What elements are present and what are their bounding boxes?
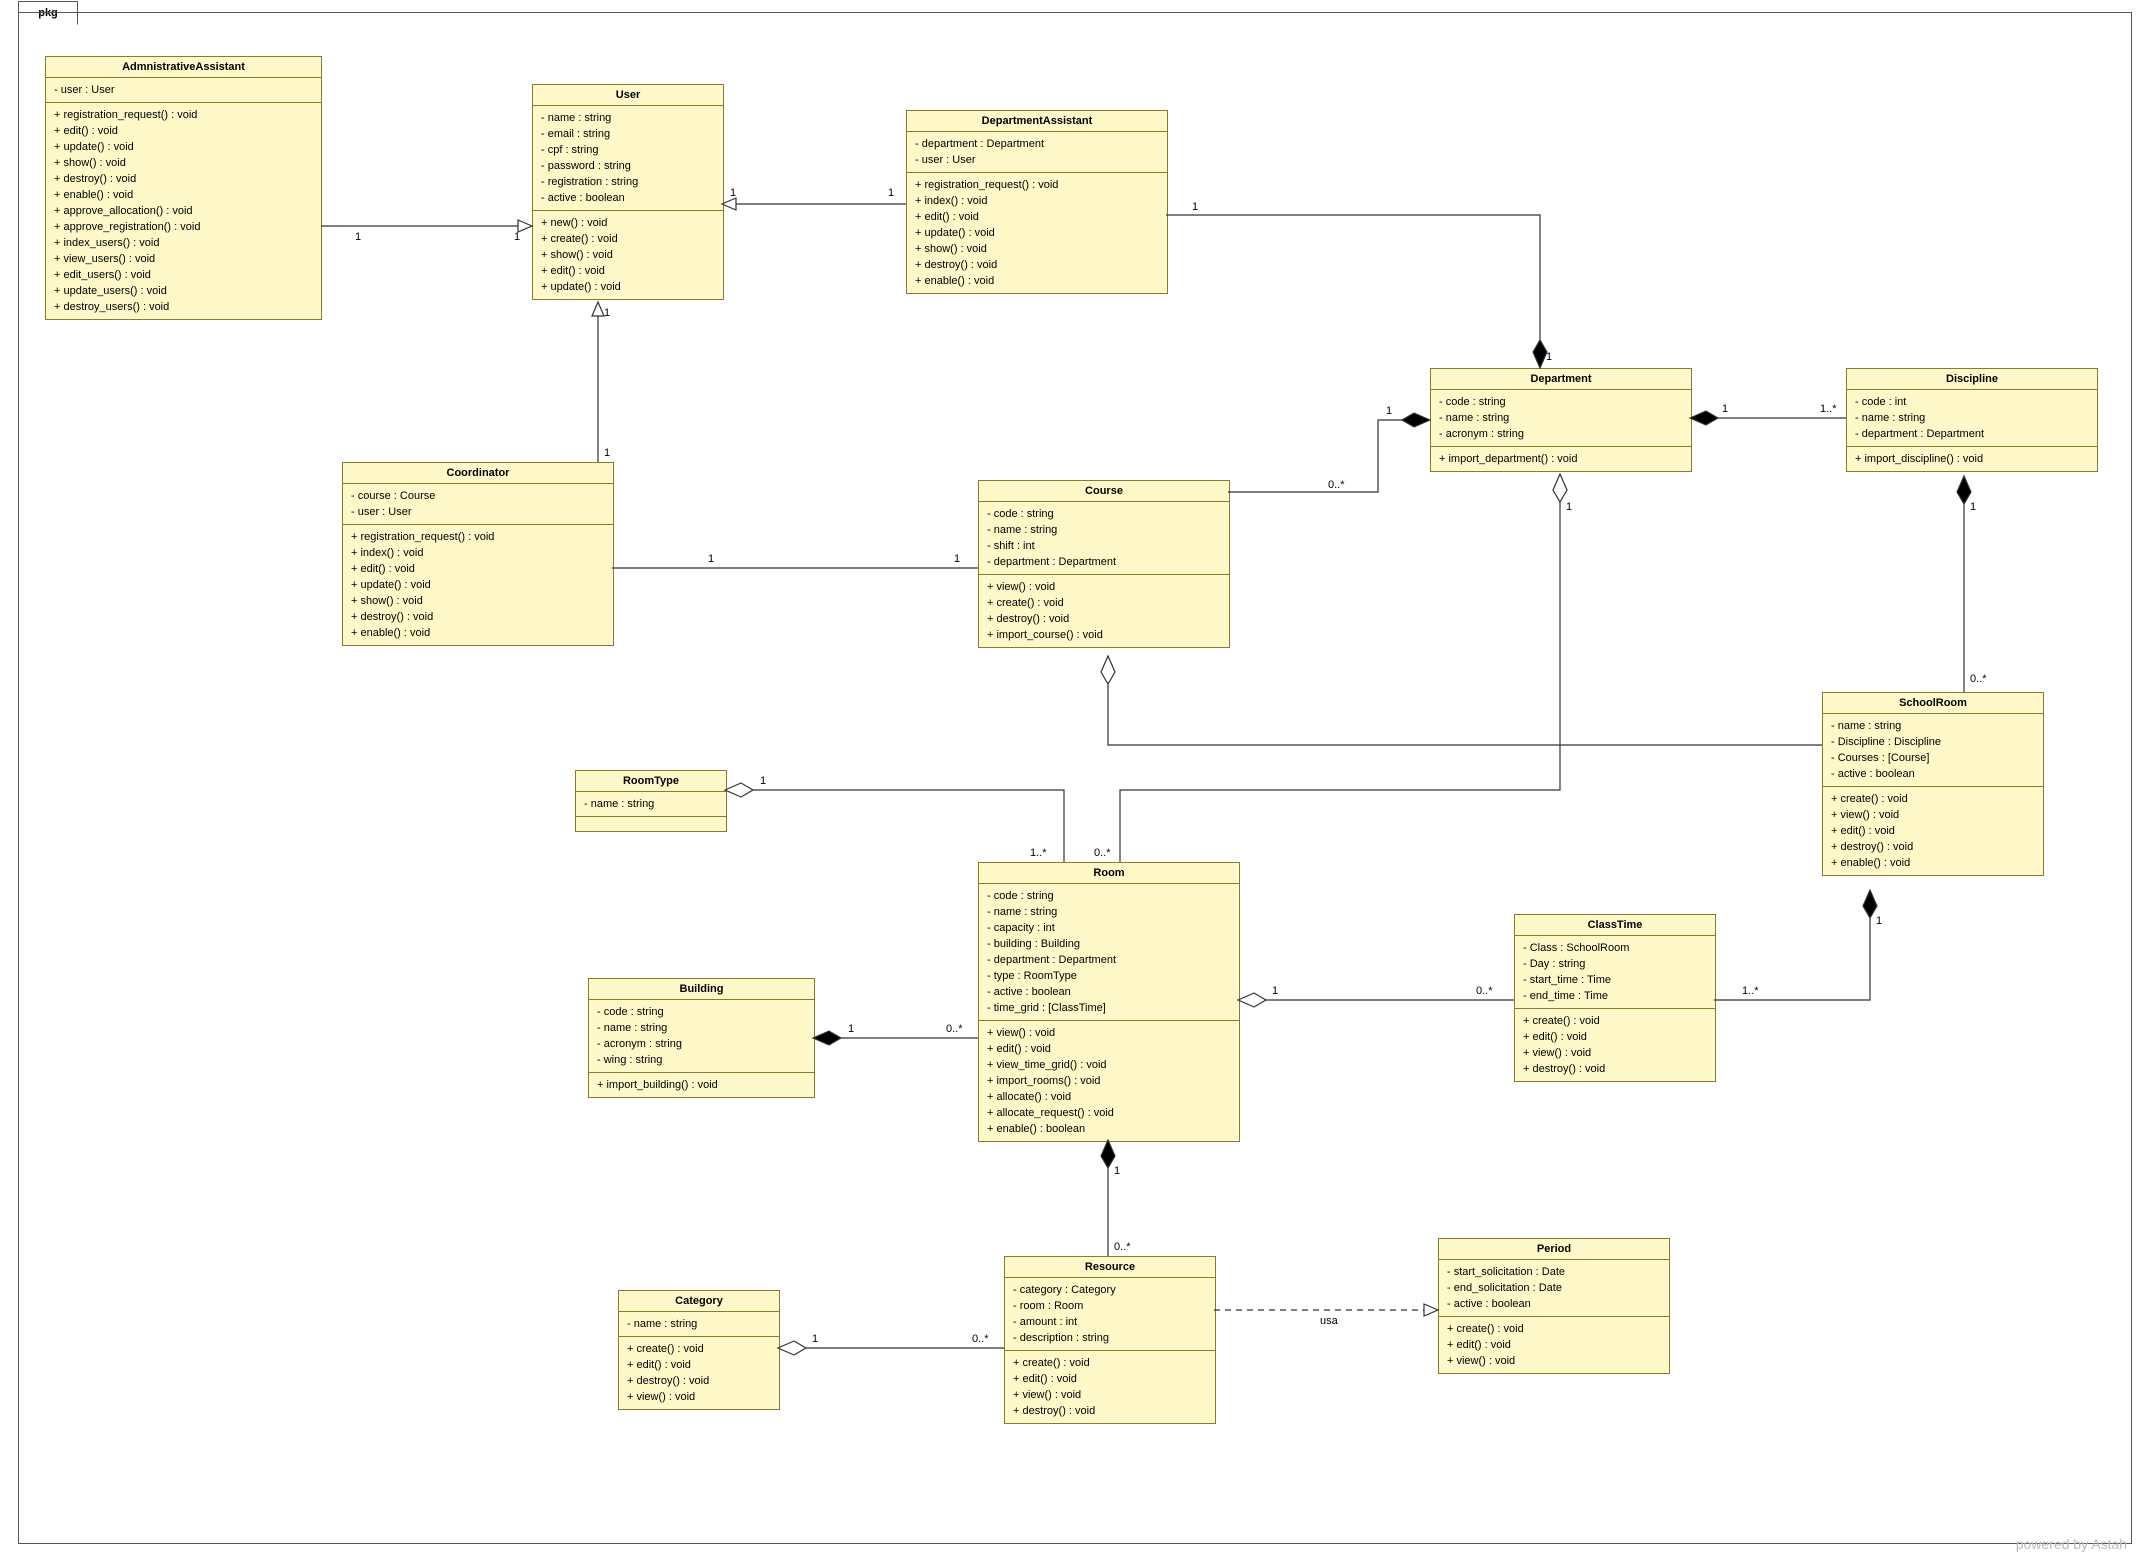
class-room: Room - code : string - name : string - c… — [978, 862, 1240, 1142]
diagram-canvas: pkg AdmnistrativeAssistant - user : User… — [0, 0, 2149, 1564]
attributes: - start_solicitation : Date - end_solici… — [1439, 1260, 1669, 1317]
attributes: - code : string - name : string - shift … — [979, 502, 1229, 575]
operations: + create() : void + edit() : void + view… — [1005, 1351, 1215, 1423]
class-title: RoomType — [576, 771, 726, 792]
class-title: User — [533, 85, 723, 106]
attributes: - code : string - name : string - acrony… — [1431, 390, 1691, 447]
class-department: Department - code : string - name : stri… — [1430, 368, 1692, 472]
operations: + create() : void + view() : void + edit… — [1823, 787, 2043, 875]
class-roomtype: RoomType - name : string — [575, 770, 727, 832]
attributes: - name : string - Discipline : Disciplin… — [1823, 714, 2043, 787]
class-classtime: ClassTime - Class : SchoolRoom - Day : s… — [1514, 914, 1716, 1082]
attributes: - category : Category - room : Room - am… — [1005, 1278, 1215, 1351]
class-schoolroom: SchoolRoom - name : string - Discipline … — [1822, 692, 2044, 876]
class-category: Category - name : string + create() : vo… — [618, 1290, 780, 1410]
class-discipline: Discipline - code : int - name : string … — [1846, 368, 2098, 472]
class-title: Coordinator — [343, 463, 613, 484]
operations: + create() : void + edit() : void + view… — [1439, 1317, 1669, 1373]
class-title: Category — [619, 1291, 779, 1312]
attributes: - name : string - email : string - cpf :… — [533, 106, 723, 211]
operations: + new() : void + create() : void + show(… — [533, 211, 723, 299]
class-departmentassistant: DepartmentAssistant - department : Depar… — [906, 110, 1168, 294]
operations: + import_department() : void — [1431, 447, 1691, 471]
attributes: - department : Department - user : User — [907, 132, 1167, 173]
class-coordinator: Coordinator - course : Course - user : U… — [342, 462, 614, 646]
operations: + create() : void + edit() : void + dest… — [619, 1337, 779, 1409]
operations — [576, 817, 726, 831]
operations: + registration_request() : void + index(… — [907, 173, 1167, 293]
class-title: Room — [979, 863, 1239, 884]
class-title: Period — [1439, 1239, 1669, 1260]
class-title: Department — [1431, 369, 1691, 390]
class-title: Resource — [1005, 1257, 1215, 1278]
class-resource: Resource - category : Category - room : … — [1004, 1256, 1216, 1424]
class-title: AdmnistrativeAssistant — [46, 57, 321, 78]
operations: + registration_request() : void + index(… — [343, 525, 613, 645]
class-title: Course — [979, 481, 1229, 502]
operations: + registration_request() : void + edit()… — [46, 103, 321, 319]
operations: + import_discipline() : void — [1847, 447, 2097, 471]
operations: + view() : void + edit() : void + view_t… — [979, 1021, 1239, 1141]
class-title: SchoolRoom — [1823, 693, 2043, 714]
attributes: - code : string - name : string - capaci… — [979, 884, 1239, 1021]
attributes: - course : Course - user : User — [343, 484, 613, 525]
attributes: - Class : SchoolRoom - Day : string - st… — [1515, 936, 1715, 1009]
class-title: Building — [589, 979, 814, 1000]
attributes: - user : User — [46, 78, 321, 103]
class-title: DepartmentAssistant — [907, 111, 1167, 132]
class-title: ClassTime — [1515, 915, 1715, 936]
class-building: Building - code : string - name : string… — [588, 978, 815, 1098]
class-course: Course - code : string - name : string -… — [978, 480, 1230, 648]
attributes: - code : int - name : string - departmen… — [1847, 390, 2097, 447]
operations: + create() : void + edit() : void + view… — [1515, 1009, 1715, 1081]
operations: + view() : void + create() : void + dest… — [979, 575, 1229, 647]
class-period: Period - start_solicitation : Date - end… — [1438, 1238, 1670, 1374]
attributes: - name : string — [576, 792, 726, 817]
attributes: - name : string — [619, 1312, 779, 1337]
footer-watermark: powered by Astah — [2016, 1536, 2127, 1552]
attributes: - code : string - name : string - acrony… — [589, 1000, 814, 1073]
operations: + import_building() : void — [589, 1073, 814, 1097]
class-title: Discipline — [1847, 369, 2097, 390]
class-admnistrativeassistant: AdmnistrativeAssistant - user : User + r… — [45, 56, 322, 320]
class-user: User - name : string - email : string - … — [532, 84, 724, 300]
